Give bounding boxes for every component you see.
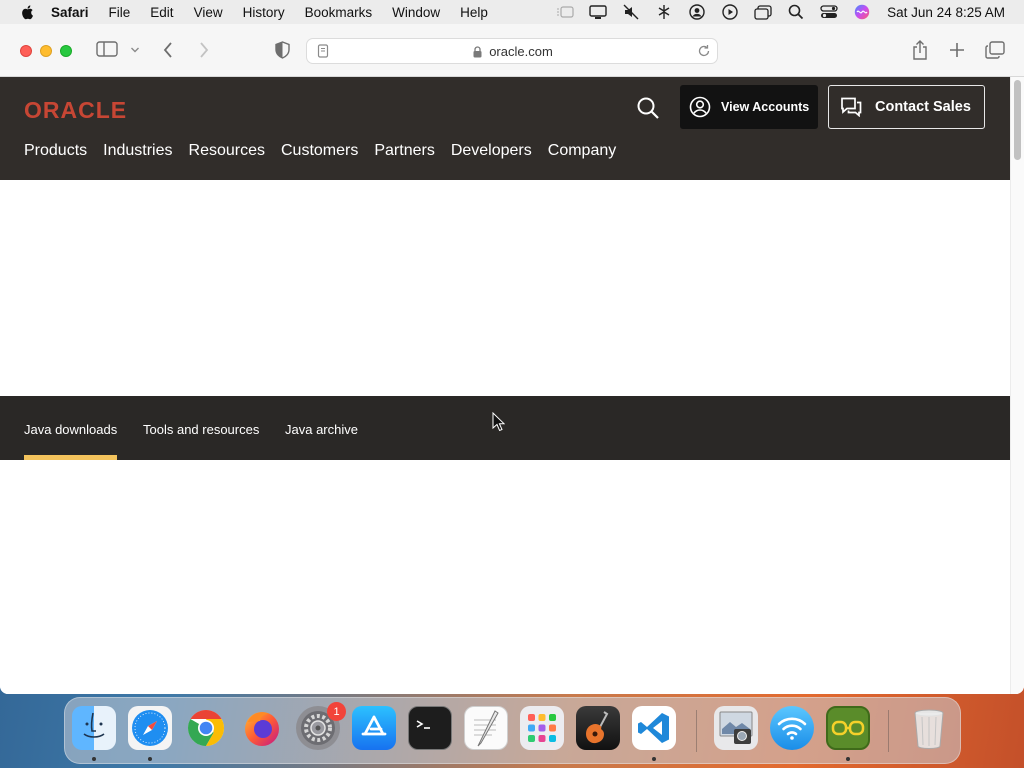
play-icon[interactable] (721, 4, 739, 20)
tab-java-downloads[interactable]: Java downloads (24, 422, 117, 437)
menu-view[interactable]: View (194, 5, 223, 20)
vscode-running-dot (652, 757, 656, 761)
status-area: Sat Jun 24 8:25 AM (556, 0, 1024, 24)
site-header: ORACLE View Accounts Contact Sales Produ… (0, 77, 1010, 180)
vscode-icon[interactable] (632, 706, 676, 750)
oracle-logo[interactable]: ORACLE (24, 97, 127, 124)
close-window-button[interactable] (20, 45, 32, 57)
preview-icon[interactable] (714, 706, 758, 750)
active-tab-indicator (24, 455, 117, 460)
nav-products[interactable]: Products (24, 142, 87, 160)
launchpad-icon[interactable] (520, 706, 564, 750)
stage-manager-icon[interactable] (556, 4, 574, 20)
trash-icon[interactable] (907, 706, 951, 750)
notification-badge: 1 (327, 702, 346, 721)
apple-menu-icon[interactable] (20, 4, 36, 20)
menu-file[interactable]: File (109, 5, 131, 20)
menubar-clock[interactable]: Sat Jun 24 8:25 AM (887, 5, 1005, 20)
dock: 1 (64, 697, 961, 764)
address-bar[interactable]: oracle.com (306, 38, 718, 64)
zoom-window-button[interactable] (60, 45, 72, 57)
tab-overview-icon[interactable] (985, 41, 1005, 59)
nav-customers[interactable]: Customers (281, 142, 358, 160)
page-scrollbar[interactable] (1010, 77, 1024, 694)
chat-icon (840, 97, 862, 117)
chevron-down-icon[interactable] (130, 46, 140, 54)
wifi-icon[interactable] (770, 706, 814, 750)
tab-java-archive[interactable]: Java archive (285, 422, 358, 437)
web-page: ORACLE View Accounts Contact Sales Produ… (0, 77, 1010, 694)
menu-app-name[interactable]: Safari (51, 5, 89, 20)
minecraft-running-dot (846, 757, 850, 761)
siri-icon[interactable] (853, 4, 871, 20)
scrollbar-thumb[interactable] (1014, 80, 1021, 160)
mouse-pointer-icon (492, 411, 506, 437)
user-account-icon[interactable] (688, 4, 706, 20)
share-icon[interactable] (912, 40, 928, 60)
dock-separator-trash (888, 710, 889, 752)
tab-tools-and-resources[interactable]: Tools and resources (143, 422, 259, 437)
main-navigation: Products Industries Resources Customers … (24, 142, 632, 160)
url-text: oracle.com (489, 44, 553, 59)
display-icon[interactable] (589, 4, 607, 20)
minecraft-icon[interactable] (826, 706, 870, 750)
nav-partners[interactable]: Partners (374, 142, 434, 160)
nav-resources[interactable]: Resources (189, 142, 265, 160)
privacy-shield-icon[interactable] (274, 41, 291, 59)
finder-running-dot (92, 757, 96, 761)
system-settings-icon[interactable]: 1 (296, 702, 346, 750)
window-switch-icon[interactable] (754, 4, 772, 20)
minimize-window-button[interactable] (40, 45, 52, 57)
chrome-icon[interactable] (184, 706, 228, 750)
forward-icon[interactable] (198, 41, 210, 59)
back-icon[interactable] (162, 41, 174, 59)
finder-icon[interactable] (72, 706, 116, 750)
menu-bookmarks[interactable]: Bookmarks (305, 5, 373, 20)
safari-window: oracle.com ORACLE View Accounts Contact … (0, 24, 1024, 694)
nav-industries[interactable]: Industries (103, 142, 172, 160)
browser-toolbar: oracle.com (0, 24, 1024, 77)
textedit-icon[interactable] (464, 706, 508, 750)
view-accounts-label: View Accounts (721, 100, 810, 114)
menu-bar: Safari File Edit View History Bookmarks … (0, 0, 1024, 24)
safari-icon[interactable] (128, 706, 172, 750)
dock-separator (696, 710, 697, 752)
search-icon[interactable] (636, 96, 660, 125)
menu-help[interactable]: Help (460, 5, 488, 20)
menu-history[interactable]: History (243, 5, 285, 20)
sidebar-toggle-icon[interactable] (96, 41, 118, 57)
vpn-icon[interactable] (655, 4, 673, 20)
firefox-icon[interactable] (240, 706, 284, 750)
terminal-icon[interactable] (408, 706, 452, 750)
java-subnav: Java downloads Tools and resources Java … (0, 396, 1010, 460)
spotlight-search-icon[interactable] (787, 4, 805, 20)
mute-icon[interactable] (622, 4, 640, 20)
user-icon (689, 96, 711, 118)
garageband-icon[interactable] (576, 706, 620, 750)
menu-window[interactable]: Window (392, 5, 440, 20)
app-store-icon[interactable] (352, 706, 396, 750)
safari-running-dot (148, 757, 152, 761)
contact-sales-label: Contact Sales (875, 99, 971, 115)
menu-edit[interactable]: Edit (150, 5, 173, 20)
nav-developers[interactable]: Developers (451, 142, 532, 160)
control-center-icon[interactable] (820, 4, 838, 20)
new-tab-icon[interactable] (949, 42, 965, 58)
reload-icon[interactable] (697, 44, 711, 63)
nav-company[interactable]: Company (548, 142, 616, 160)
view-accounts-button[interactable]: View Accounts (680, 85, 818, 129)
contact-sales-button[interactable]: Contact Sales (828, 85, 985, 129)
